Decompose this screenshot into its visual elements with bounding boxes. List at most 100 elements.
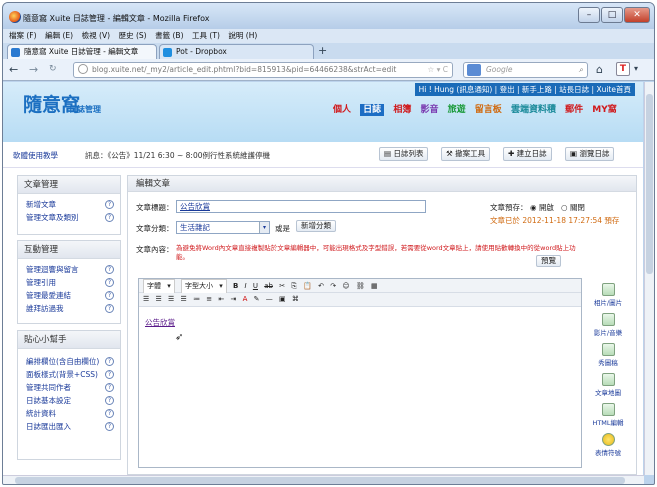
sidebar-item-comments[interactable]: 管理迴響與留言?: [18, 263, 120, 276]
horizontal-scrollbar[interactable]: [3, 475, 644, 484]
source-icon[interactable]: ⌘: [292, 293, 299, 306]
align-left-icon[interactable]: ☰: [143, 293, 149, 306]
nav-mail[interactable]: 郵件: [565, 105, 583, 115]
maximize-button[interactable]: □: [601, 7, 623, 23]
title-input[interactable]: 公告欣賞: [176, 200, 426, 213]
ordered-list-icon[interactable]: ≔: [193, 293, 200, 306]
nav-travel[interactable]: 旅遊: [448, 105, 466, 115]
italic-icon[interactable]: I: [245, 280, 247, 293]
help-icon[interactable]: ?: [105, 396, 114, 405]
undo-icon[interactable]: ↶: [318, 280, 324, 293]
sidebar-item-import-export[interactable]: 日誌匯出匯入?: [18, 420, 120, 433]
nav-guestbook[interactable]: 留言板: [475, 105, 502, 115]
menu-dropdown-icon[interactable]: ▾: [634, 64, 638, 73]
tool-map[interactable]: 文章地圖: [588, 372, 628, 400]
table-icon[interactable]: ▦: [371, 280, 378, 293]
help-icon[interactable]: ?: [105, 304, 114, 313]
outdent-icon[interactable]: ⇤: [218, 293, 224, 306]
withdraw-tool-button[interactable]: ⚒ 撤案工具: [441, 147, 491, 161]
tool-html[interactable]: HTML編輯: [588, 402, 628, 430]
radio-off[interactable]: ○ 關閉: [561, 202, 585, 213]
align-right-icon[interactable]: ☰: [168, 293, 174, 306]
font-select[interactable]: 字體 ▾: [143, 279, 175, 294]
nav-video[interactable]: 影音: [420, 105, 438, 115]
strikethrough-icon[interactable]: ab: [264, 280, 273, 293]
help-icon[interactable]: ?: [105, 409, 114, 418]
home-icon[interactable]: ⌂: [596, 63, 603, 76]
bookmark-star-icon[interactable]: ☆ ▾ C: [428, 63, 449, 77]
help-icon[interactable]: ?: [105, 291, 114, 300]
help-icon[interactable]: ?: [105, 383, 114, 392]
indent-icon[interactable]: ⇥: [231, 293, 237, 306]
sidebar-item-trackbacks[interactable]: 管理引用?: [18, 276, 120, 289]
sidebar-item-theme[interactable]: 面板樣式(背景+CSS)?: [18, 368, 120, 381]
create-blog-button[interactable]: ✚ 建立日誌: [503, 147, 552, 161]
tool-photo[interactable]: 相片/圖片: [588, 282, 628, 310]
paste-icon[interactable]: 📋: [303, 280, 312, 293]
size-select[interactable]: 字型大小 ▾: [180, 279, 227, 294]
sidebar-item-settings[interactable]: 日誌基本設定?: [18, 394, 120, 407]
link-icon[interactable]: ⛓: [356, 280, 365, 293]
new-tab-button[interactable]: +: [318, 44, 327, 57]
minimize-button[interactable]: –: [578, 7, 600, 23]
blog-list-button[interactable]: ▤ 日誌列表: [379, 147, 429, 161]
nav-mywo[interactable]: MY窩: [592, 105, 616, 115]
sidebar-item-favorites[interactable]: 管理最愛連結?: [18, 289, 120, 302]
tab-dropbox[interactable]: Pot - Dropbox: [159, 44, 314, 59]
underline-icon[interactable]: U: [253, 280, 258, 293]
help-icon[interactable]: ?: [105, 213, 114, 222]
preview-button[interactable]: 預覽: [536, 255, 561, 267]
help-icon[interactable]: ?: [105, 370, 114, 379]
help-icon[interactable]: ?: [105, 357, 114, 366]
software-tutorial-link[interactable]: 軟體使用教學: [13, 150, 58, 161]
scroll-thumb-h[interactable]: [15, 477, 625, 484]
tool-showpic[interactable]: 秀圖稿: [588, 342, 628, 370]
menu-edit[interactable]: 編輯 (E): [45, 29, 73, 43]
bold-icon[interactable]: B: [233, 280, 238, 293]
highlight-icon[interactable]: ✎: [254, 293, 260, 306]
menu-tools[interactable]: 工具 (T): [192, 29, 220, 43]
nav-album[interactable]: 相簿: [393, 105, 411, 115]
justify-icon[interactable]: ☰: [181, 293, 187, 306]
menu-history[interactable]: 歷史 (S): [119, 29, 147, 43]
browse-blog-button[interactable]: ▣ 瀏覽日誌: [565, 147, 615, 161]
sidebar-item-visitors[interactable]: 誰拜訪過我?: [18, 302, 120, 315]
close-button[interactable]: ✕: [624, 7, 650, 23]
editor-body[interactable]: 公告欣賞 ➶: [139, 307, 581, 467]
search-icon[interactable]: ⌕: [579, 63, 583, 77]
radio-on[interactable]: ◉ 開啟: [530, 202, 554, 213]
notice-text[interactable]: 訊息：《公告》11/21 6:30 ~ 8:00例行性系統維護停機: [85, 150, 270, 161]
copy-icon[interactable]: ⎘: [291, 280, 297, 293]
help-icon[interactable]: ?: [105, 422, 114, 431]
tool-emoticon[interactable]: 表情符號: [588, 432, 628, 460]
redo-icon[interactable]: ↷: [330, 280, 336, 293]
category-select[interactable]: 生活雜記 ▾: [176, 221, 270, 234]
addon-toolbar-icon[interactable]: T: [616, 62, 630, 76]
forward-button[interactable]: →: [29, 63, 38, 76]
sidebar-item-new-article[interactable]: 新增文章?: [18, 198, 120, 211]
menu-help[interactable]: 說明 (H): [228, 29, 257, 43]
scroll-thumb[interactable]: [646, 94, 653, 274]
nav-blog[interactable]: 日誌: [360, 104, 385, 116]
back-button[interactable]: ←: [9, 63, 18, 76]
nav-cloud[interactable]: 雲端資料積: [511, 105, 556, 115]
menu-bookmarks[interactable]: 書籤 (B): [155, 29, 183, 43]
sidebar-item-coauthors[interactable]: 管理共同作者?: [18, 381, 120, 394]
search-box[interactable]: Google ⌕: [463, 62, 588, 78]
cut-icon[interactable]: ✂: [279, 280, 285, 293]
tab-blog-edit[interactable]: 隨意窩 Xuite 日誌管理 - 編輯文章: [7, 44, 157, 59]
url-bar[interactable]: blog.xuite.net/_my2/article_edit.phtml?b…: [73, 62, 453, 78]
reload-icon[interactable]: ↻: [49, 64, 57, 74]
top-links[interactable]: Hi ! Hung (訊息通知) | 登出 | 新手上路 | 站長日誌 | Xu…: [414, 83, 635, 96]
menu-file[interactable]: 檔案 (F): [9, 29, 37, 43]
sidebar-item-stats[interactable]: 統計資料?: [18, 407, 120, 420]
emoticon-icon[interactable]: ☺: [342, 280, 349, 293]
menu-view[interactable]: 檢視 (V): [82, 29, 110, 43]
hr-icon[interactable]: —: [266, 293, 273, 306]
tool-video[interactable]: 影片/音樂: [588, 312, 628, 340]
font-color-icon[interactable]: A: [243, 293, 248, 306]
nav-personal[interactable]: 個人: [333, 105, 351, 115]
bullet-list-icon[interactable]: ≡: [206, 293, 212, 306]
image-icon[interactable]: ▣: [279, 293, 286, 306]
new-category-button[interactable]: 新增分類: [296, 220, 336, 232]
